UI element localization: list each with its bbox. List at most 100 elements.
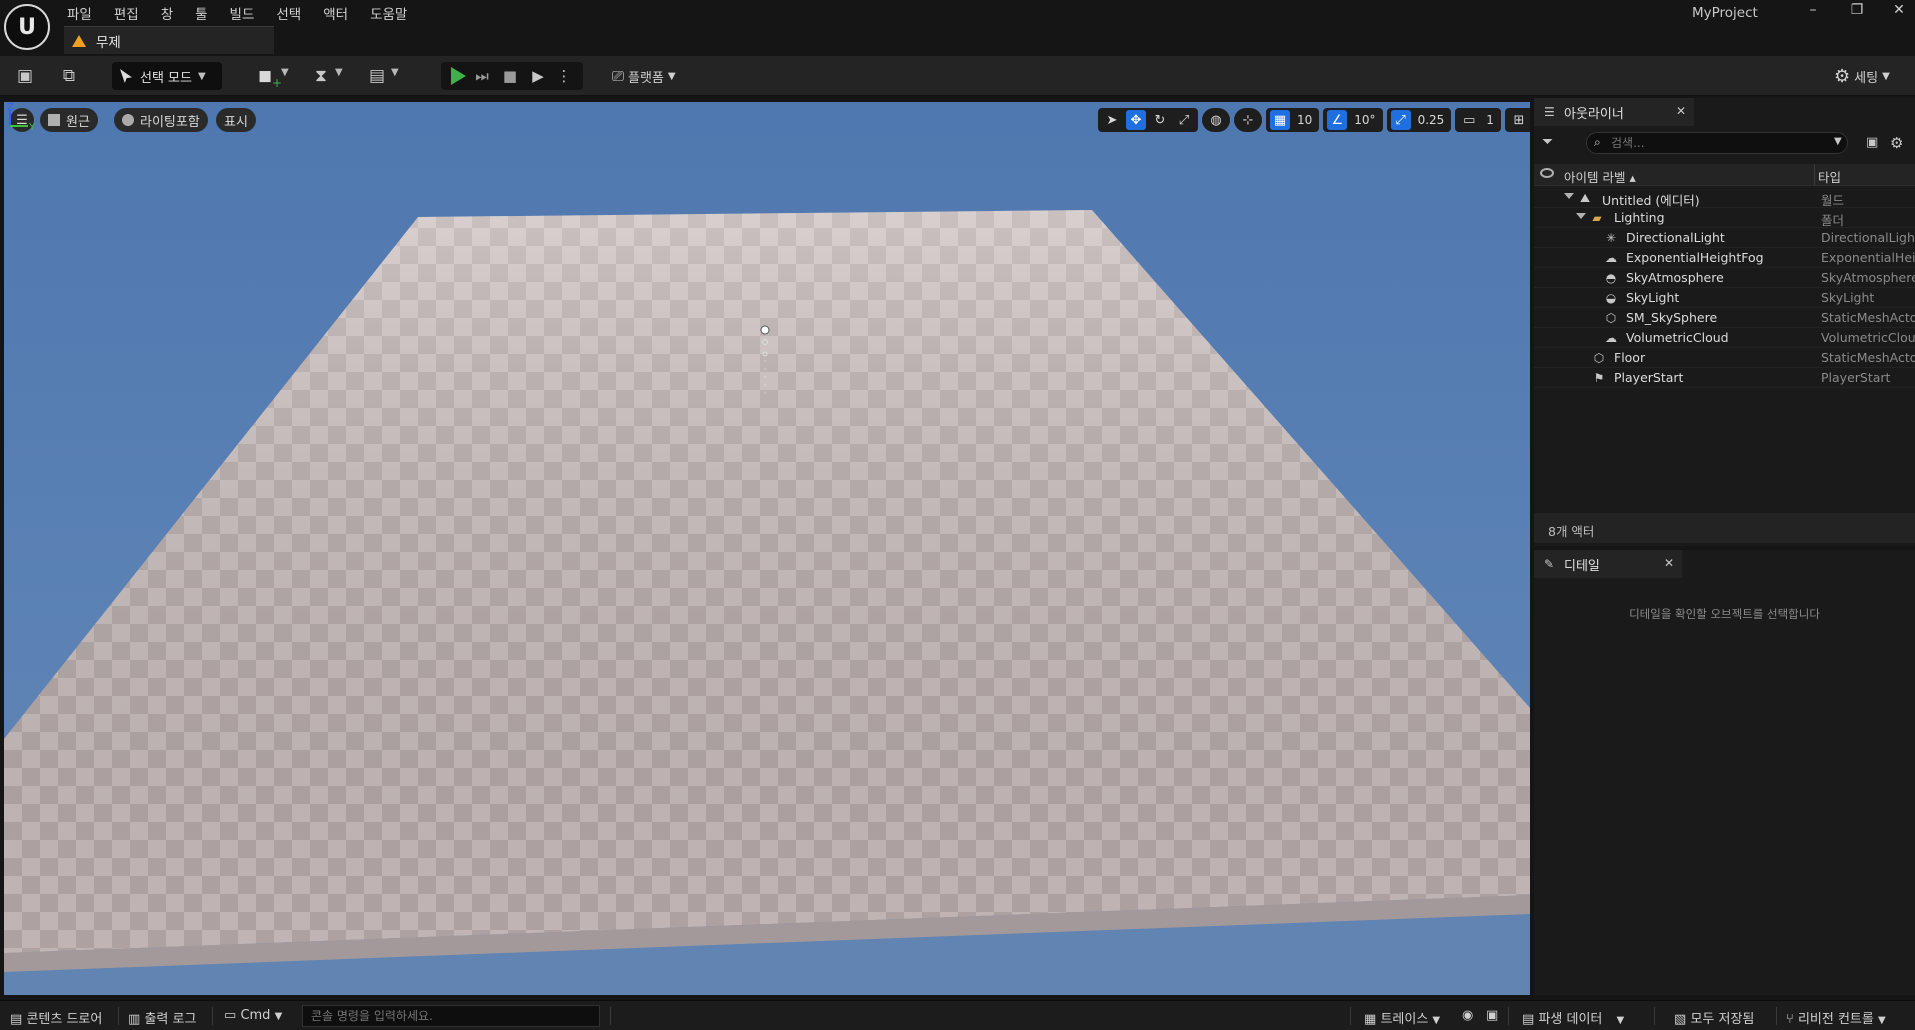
main-toolbar: ▣ ⧉ 선택 모드 ▼ ◼ + ▼ ⧗ ▼ ▤ ▼ ⏭ ■ ▶ ⋮ ⎚ 플랫폼 …	[0, 56, 1915, 96]
viewport-layout-icon[interactable]: ⊞	[1509, 110, 1529, 130]
document-tab-label: 무제	[96, 34, 121, 51]
save-all-button[interactable]: ▧ 모두 저장됨	[1674, 1008, 1754, 1027]
show-dropdown[interactable]: 표시	[216, 108, 256, 132]
close-icon[interactable]: ✕	[1676, 104, 1686, 118]
chevron-down-icon[interactable]: ▼	[281, 67, 289, 78]
rotation-snap-value[interactable]: 10°	[1351, 113, 1378, 127]
outliner-row-floor[interactable]: ⬡ Floor StaticMeshActor	[1534, 348, 1915, 368]
outliner-row-height-fog[interactable]: ☁ ExponentialHeightFog ExponentialHeig	[1534, 248, 1915, 268]
chevron-down-icon[interactable]: ▼	[1834, 136, 1842, 147]
stop-icon[interactable]: ■	[499, 65, 521, 87]
chevron-down-icon[interactable]: ▼	[391, 67, 399, 78]
record-icon[interactable]: ◉	[1462, 1008, 1473, 1023]
maximize-button[interactable]: ❐	[1842, 2, 1872, 18]
filter-icon[interactable]: ⏷	[1542, 134, 1553, 150]
cinematics-icon[interactable]: ▤	[366, 65, 388, 87]
platforms-dropdown[interactable]: ⎚ 플랫폼 ▼	[612, 62, 676, 90]
grid-snap-value[interactable]: 10	[1294, 113, 1315, 127]
menu-actor[interactable]: 액터	[312, 0, 359, 24]
camera-icon[interactable]: ▭	[1459, 110, 1479, 130]
revision-control-dropdown[interactable]: ⑂ 리비전 컨트롤 ▼	[1786, 1008, 1886, 1027]
tab-outliner[interactable]: ☰ 아웃라이너 ✕	[1534, 98, 1694, 126]
rotate-tool-icon[interactable]: ↻	[1150, 110, 1170, 130]
content-drawer-button[interactable]: ▤ 콘텐츠 드로어	[10, 1008, 102, 1027]
angle-icon[interactable]: ∠	[1327, 110, 1348, 130]
play-options-icon[interactable]: ▶	[527, 65, 549, 87]
scale-snap-value[interactable]: 0.25	[1415, 113, 1448, 127]
save-icon[interactable]: ▣	[14, 65, 36, 87]
scale-tool-icon[interactable]: ⤢	[1174, 110, 1194, 130]
add-folder-icon[interactable]: ▣	[1866, 135, 1878, 150]
cmd-dropdown[interactable]: ▭ Cmd ▼	[224, 1008, 282, 1023]
chevron-down-icon: ▼	[1616, 1015, 1625, 1026]
world-icon: ⛰	[1579, 191, 1591, 205]
outliner-row-directional-light[interactable]: ✳ DirectionalLight DirectionalLight	[1534, 228, 1915, 248]
row-type: SkyLight	[1821, 290, 1875, 305]
outliner-row-sky-atmosphere[interactable]: ◓ SkyAtmosphere SkyAtmosphere	[1534, 268, 1915, 288]
play-icon[interactable]	[451, 67, 466, 85]
details-panel: ✎ 디테일 ✕ 디테일을 확인할 오브젝트를 선택합니다	[1534, 550, 1915, 995]
menu-window[interactable]: 창	[150, 0, 184, 24]
blueprint-icon[interactable]: ⧗	[310, 65, 332, 87]
column-type[interactable]: 타입	[1818, 167, 1841, 186]
menu-tools[interactable]: 툴	[184, 0, 218, 24]
screenshot-icon[interactable]: ▣	[1486, 1008, 1498, 1023]
tab-details[interactable]: ✎ 디테일 ✕	[1534, 550, 1682, 578]
row-label: Floor	[1614, 350, 1646, 365]
view-mode-dropdown[interactable]: 라이팅포함	[114, 108, 208, 132]
outliner-row-folder[interactable]: ▰ Lighting 폴더	[1534, 208, 1915, 228]
step-icon[interactable]: ⏭	[471, 65, 493, 87]
more-options-icon[interactable]: ⋮	[553, 65, 575, 87]
outliner-row-world[interactable]: ⛰ Untitled (에디터) 월드	[1534, 188, 1915, 208]
expand-arrow-icon[interactable]	[1576, 213, 1586, 219]
surface-snap-icon[interactable]: ⊹	[1238, 110, 1258, 130]
close-icon[interactable]: ✕	[1664, 556, 1674, 570]
console-command-input[interactable]	[302, 1005, 600, 1027]
visibility-eye-icon[interactable]	[1540, 168, 1554, 178]
menu-help[interactable]: 도움말	[359, 0, 418, 24]
platform-icon: ⎚	[612, 67, 625, 85]
column-item-label[interactable]: 아이템 라벨 ▴	[1564, 167, 1636, 186]
search-icon: ⌕	[1594, 135, 1601, 149]
close-window-button[interactable]: ✕	[1884, 2, 1914, 18]
select-tool-icon[interactable]: ➤	[1102, 110, 1122, 130]
perspective-dropdown[interactable]: 원근	[40, 108, 98, 132]
selection-mode-dropdown[interactable]: 선택 모드 ▼	[112, 62, 222, 90]
sphere-icon	[122, 114, 134, 126]
minimize-button[interactable]: –	[1798, 2, 1828, 18]
move-tool-icon[interactable]: ✥	[1126, 110, 1146, 130]
world-icon[interactable]: ◍	[1206, 110, 1226, 130]
outliner-row-sky-sphere[interactable]: ⬡ SM_SkySphere StaticMeshActor	[1534, 308, 1915, 328]
grid-snap: ▦ 10	[1266, 108, 1320, 132]
unreal-logo-icon[interactable]: U	[4, 4, 50, 50]
folder-icon: ▰	[1592, 211, 1602, 225]
menu-build[interactable]: 빌드	[219, 0, 266, 24]
document-tab[interactable]: 무제	[64, 26, 274, 54]
menu-edit[interactable]: 편집	[103, 0, 150, 24]
menu-bar: 파일 편집 창 툴 빌드 선택 액터 도움말	[56, 0, 418, 24]
column-divider[interactable]	[1814, 164, 1815, 186]
status-bar: ▤ 콘텐츠 드로어 ▥ 출력 로그 ▭ Cmd ▼ ▦ 트레이스 ▼ ◉ ▣ ▤…	[0, 1000, 1915, 1030]
row-label: SM_SkySphere	[1626, 310, 1718, 325]
show-label: 표시	[224, 114, 248, 130]
chevron-down-icon: ▼	[197, 70, 206, 82]
outliner-row-volumetric-cloud[interactable]: ☁ VolumetricCloud VolumetricCloud	[1534, 328, 1915, 348]
grid-icon[interactable]: ▦	[1270, 110, 1290, 130]
browse-icon[interactable]: ⧉	[58, 65, 80, 87]
chevron-down-icon[interactable]: ▼	[335, 67, 343, 78]
rotation-snap: ∠ 10°	[1323, 108, 1383, 132]
outliner-row-sky-light[interactable]: ◒ SkyLight SkyLight	[1534, 288, 1915, 308]
expand-arrow-icon[interactable]	[1564, 193, 1574, 199]
derived-data-dropdown[interactable]: ▤ 파생 데이터 ▼	[1522, 1008, 1624, 1027]
settings-dropdown[interactable]: ⚙ 세팅 ▼	[1834, 62, 1890, 90]
scale-snap-icon[interactable]: ⤢	[1390, 110, 1411, 130]
level-viewport[interactable]: ☰ 원근 라이팅포함 표시 ➤ ✥ ↻ ⤢ ◍ ⊹ ▦ 10 ∠ 10° ⤢ 0…	[4, 102, 1530, 995]
output-log-button[interactable]: ▥ 출력 로그	[128, 1008, 196, 1027]
outliner-row-player-start[interactable]: ⚑ PlayerStart PlayerStart	[1534, 368, 1915, 388]
menu-file[interactable]: 파일	[56, 0, 103, 24]
outliner-search-input[interactable]	[1586, 132, 1848, 154]
menu-select[interactable]: 선택	[265, 0, 312, 24]
camera-speed-value[interactable]: 1	[1483, 113, 1497, 127]
gear-icon[interactable]: ⚙	[1890, 134, 1903, 152]
trace-dropdown[interactable]: ▦ 트레이스 ▼	[1364, 1008, 1440, 1027]
